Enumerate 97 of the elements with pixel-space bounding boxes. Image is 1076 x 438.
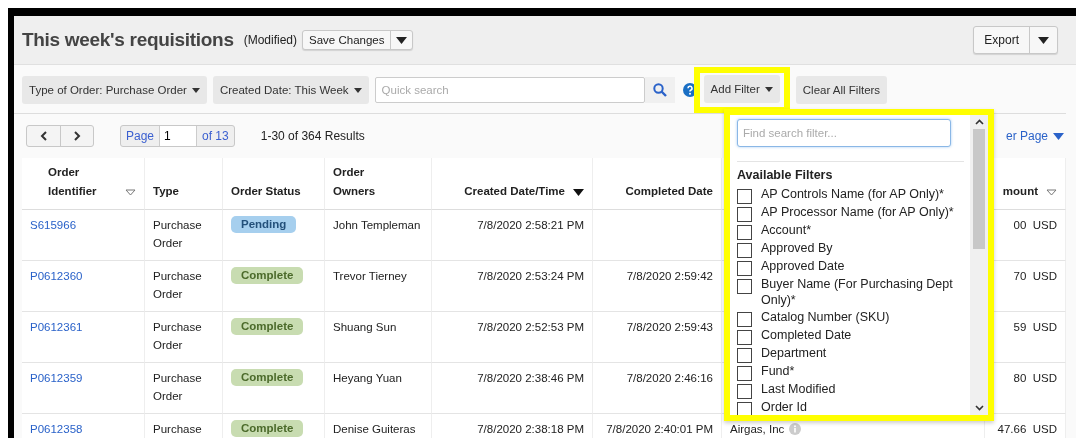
checkbox[interactable] (737, 207, 752, 222)
filter-option[interactable]: AP Controls Name (for AP Only)* (761, 186, 944, 203)
table-cell-text: Airgas, Inc (730, 422, 785, 437)
checkbox[interactable] (737, 347, 752, 363)
table-cell-text: 7/8/2020 2:40:01 PM (606, 422, 713, 437)
order-link[interactable]: P0612360 (30, 267, 83, 285)
checkbox[interactable] (737, 311, 752, 327)
table-cell-text: 7/8/2020 2:38:18 PM (477, 422, 584, 437)
help-icon (682, 83, 697, 97)
table-cell-text: Purchase Order (153, 218, 203, 251)
table-cell-text: 47.66 USD (997, 422, 1057, 437)
column-header[interactable]: Completed Date (625, 182, 713, 201)
order-link[interactable]: P0612359 (30, 369, 83, 387)
search-icon (652, 83, 667, 97)
search-field[interactable]: Quick search (374, 77, 645, 103)
filter-option[interactable]: Completed Date (761, 326, 852, 344)
table-cell-text: 7/8/2020 2:38:46 PM (477, 371, 584, 386)
checkbox[interactable] (737, 189, 752, 204)
clear-filters-button[interactable]: Clear All Filters (795, 76, 888, 104)
pager-control[interactable] (26, 125, 94, 147)
checkbox[interactable] (737, 329, 752, 345)
caret-icon (764, 86, 773, 92)
table-cell-text: 70 USD (1013, 269, 1057, 284)
order-link[interactable]: S615966 (30, 216, 77, 234)
order-link[interactable]: P0612358 (30, 420, 83, 438)
status-badge: Pending (231, 216, 297, 233)
checkbox[interactable] (737, 365, 752, 381)
table-cell-text: 7/8/2020 2:53:24 PM (477, 269, 584, 284)
filter-option[interactable]: Approved By (761, 240, 833, 257)
search-button[interactable] (644, 77, 675, 103)
table-cell-text: 7/8/2020 2:46:16 (626, 371, 713, 386)
status-badge: Complete (231, 318, 304, 335)
table-cell-text: 7/8/2020 2:52:53 PM (477, 320, 584, 335)
table-cell-text: Denise Guiteras (333, 422, 416, 437)
menu-heading: Available Filters (737, 168, 834, 182)
table-cell-text: Shuang Sun (333, 320, 397, 335)
modified-label: (Modified) (243, 33, 298, 47)
table-cell-text: Purchase Order (153, 269, 203, 302)
results-count: 1-30 of 364 Results (260, 129, 365, 143)
table-cell-text: John Templeman (333, 218, 421, 233)
filter-option[interactable]: Buyer Name (For Purchasing Dept Only)* (761, 276, 964, 309)
status-badge: Complete (231, 420, 304, 437)
add-filter-button[interactable]: Add Filter (703, 75, 780, 103)
table-cell-text: 80 USD (1013, 371, 1057, 386)
chevron-down-icon (974, 405, 984, 411)
status-badge: Complete (231, 267, 304, 284)
table-cell-text: 7/8/2020 2:59:43 (626, 320, 713, 335)
filter-option[interactable]: Order Id (761, 398, 807, 415)
filter-option[interactable]: AP Processor Name (for AP Only)* (761, 204, 954, 221)
caret-icon (1053, 132, 1064, 140)
filter-option[interactable]: Account* (761, 222, 812, 239)
page-label: Page (125, 129, 156, 143)
column-header[interactable]: Order Identifier (48, 163, 117, 201)
page-count: of 13 (201, 129, 230, 143)
caret-icon (191, 87, 200, 93)
checkbox[interactable] (737, 243, 752, 258)
chevron-right-icon (73, 131, 81, 141)
filter-option[interactable]: Catalog Number (SKU) (761, 308, 890, 326)
column-header[interactable]: Order Owners (333, 163, 403, 201)
column-header[interactable]: mount (1002, 182, 1038, 201)
checkbox[interactable] (737, 261, 752, 276)
column-header[interactable]: Created Date/Time (464, 182, 565, 201)
scrollbar[interactable] (970, 115, 988, 415)
info-icon (789, 423, 802, 435)
checkbox[interactable] (737, 225, 752, 240)
per-page-link[interactable]: er Page (1003, 129, 1066, 143)
filter-option[interactable]: Fund* (761, 362, 795, 380)
table-cell-text: Purchase Order (153, 371, 203, 404)
filter-option[interactable]: Approved Date (761, 258, 845, 275)
checkbox[interactable] (737, 383, 752, 399)
checkbox[interactable] (737, 401, 752, 415)
column-header[interactable]: Type (153, 182, 179, 201)
filter-option[interactable]: Last Modified (761, 380, 836, 398)
filter-option[interactable]: Department (761, 344, 827, 362)
table-cell-text: 7/8/2020 2:59:42 (626, 269, 713, 284)
caret-icon (353, 87, 362, 93)
status-badge: Complete (231, 369, 304, 386)
caret-icon (1038, 36, 1049, 44)
caret-icon (396, 36, 408, 44)
table-cell-text: 00 USD (1013, 218, 1057, 233)
checkbox[interactable] (737, 279, 752, 294)
table-cell-text: Purchase Order (153, 320, 203, 353)
filter-search-field[interactable]: Find search filter... (737, 119, 951, 147)
table-cell-text: Trevor Tierney (333, 269, 407, 284)
column-header[interactable]: Order Status (231, 182, 301, 201)
page-title: This week's requisitions (22, 29, 234, 51)
filter-chip[interactable]: Created Date: This Week (212, 76, 369, 104)
chevron-up-icon (974, 119, 984, 125)
table-cell-text: 59 USD (1013, 320, 1057, 335)
page-number-field[interactable]: 1 (159, 126, 198, 146)
order-link[interactable]: P0612361 (30, 318, 83, 336)
table-cell-text: Purchase (153, 422, 202, 437)
scrollbar-thumb[interactable] (973, 129, 985, 249)
table-cell-text: 7/8/2020 2:58:21 PM (477, 218, 584, 233)
table-cell-text: Heyang Yuan (333, 371, 402, 386)
filter-chip[interactable]: Type of Order: Purchase Order (22, 76, 207, 104)
chevron-left-icon (40, 131, 47, 141)
